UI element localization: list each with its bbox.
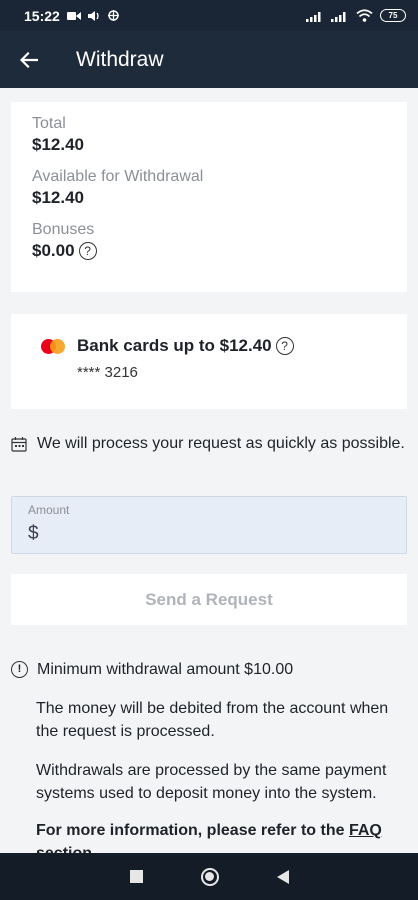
available-value: $12.40 <box>32 187 386 209</box>
payment-method-card[interactable]: Bank cards up to $12.40 ? **** 3216 <box>11 314 407 409</box>
available-label: Available for Withdrawal <box>32 168 204 185</box>
debit-note: The money will be debited from the accou… <box>36 700 389 740</box>
main-content[interactable]: Total $12.40 Available for Withdrawal $1… <box>0 88 418 853</box>
systems-note: Withdrawals are processed by the same pa… <box>36 762 387 802</box>
arrow-left-icon <box>20 51 38 68</box>
available-amount: $12.40 <box>32 188 84 207</box>
amount-input[interactable] <box>40 523 381 545</box>
notice-text: We will process your request as quickly … <box>37 435 405 452</box>
signal-icon <box>306 11 321 22</box>
exclamation-circle-icon: ! <box>11 661 28 678</box>
currency-symbol: $ <box>28 523 39 544</box>
status-bar: 15:22 75 <box>0 0 418 31</box>
balance-card: Total $12.40 Available for Withdrawal $1… <box>11 102 407 292</box>
total-value: $12.40 <box>32 134 386 156</box>
system-back-button[interactable] <box>276 869 289 884</box>
sync-icon <box>107 10 119 21</box>
total-label: Total <box>32 115 66 132</box>
wifi-icon <box>356 9 373 22</box>
bonuses-amount: $0.00 <box>32 241 75 260</box>
status-left: 15:22 <box>24 8 120 24</box>
app-bar: Withdraw <box>0 31 418 88</box>
mastercard-icon <box>41 339 65 355</box>
processing-notice: We will process your request as quickly … <box>11 432 407 456</box>
more-info: For more information, please refer to th… <box>36 819 411 853</box>
faq-link[interactable]: FAQ <box>349 822 382 839</box>
amount-row: $ <box>28 523 390 545</box>
page-title: Withdraw <box>76 47 164 71</box>
system-nav-bar <box>0 853 418 900</box>
signal-icon-2 <box>331 11 346 22</box>
minimum-text: Minimum withdrawal amount $10.00 <box>37 661 294 678</box>
bonuses-value: $0.00 ? <box>32 240 386 262</box>
total-block: Total $12.40 <box>32 114 386 156</box>
withdrawal-info: ! Minimum withdrawal amount $10.00 The m… <box>11 658 411 853</box>
amount-field[interactable]: Amount $ <box>11 496 407 554</box>
status-time: 15:22 <box>24 7 60 24</box>
volume-icon <box>87 10 99 21</box>
bonuses-block: Bonuses $0.00 ? <box>32 220 386 262</box>
question-circle-icon[interactable]: ? <box>78 242 97 260</box>
battery-icon: 75 <box>380 9 406 22</box>
available-block: Available for Withdrawal $12.40 <box>32 167 386 209</box>
back-button[interactable] <box>0 31 58 88</box>
amount-label: Amount <box>28 503 70 517</box>
recents-button[interactable] <box>129 870 143 883</box>
video-icon <box>66 11 81 20</box>
send-request-button[interactable]: Send a Request <box>11 574 407 625</box>
payment-method-title: Bank cards up to $12.40 ? <box>77 336 294 356</box>
total-amount: $12.40 <box>32 135 84 154</box>
card-number: **** 3216 <box>77 364 138 381</box>
more-info-text: For more information, please refer to th… <box>36 822 349 839</box>
payment-method-info: Bank cards up to $12.40 ? **** 3216 <box>77 336 294 387</box>
home-button[interactable] <box>200 867 219 886</box>
status-right: 75 <box>306 9 406 22</box>
calendar-icon <box>11 437 27 452</box>
question-circle-icon[interactable]: ? <box>275 337 294 355</box>
minimum-row: ! Minimum withdrawal amount $10.00 <box>11 658 411 681</box>
bonuses-label: Bonuses <box>32 221 95 238</box>
more-info-tail: section. <box>36 845 96 853</box>
payment-method-label: Bank cards up to $12.40 <box>77 336 272 355</box>
